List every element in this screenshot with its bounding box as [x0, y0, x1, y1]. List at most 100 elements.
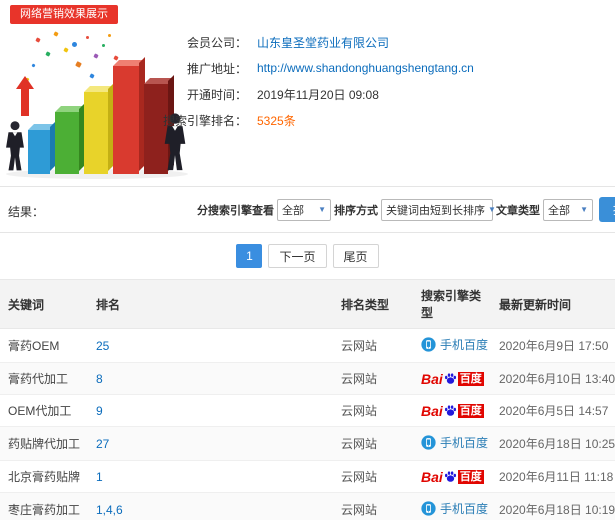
baidu-logo-cn: 百度	[457, 403, 484, 418]
engine-cell: 手机百度	[413, 426, 491, 461]
baidu-logo-cn: 百度	[457, 469, 484, 484]
rank-type-cell: 云网站	[333, 460, 413, 493]
updated-cell: 2020年6月9日 17:50	[491, 328, 615, 363]
rank-link[interactable]: 9	[96, 404, 103, 418]
next-page-button[interactable]: 下一页	[268, 244, 327, 268]
bar-blue	[28, 130, 50, 174]
type-filter-label: 文章类型	[496, 204, 540, 217]
updated-cell: 2020年6月5日 14:57	[491, 394, 615, 427]
engine-select-value: 全部	[282, 204, 304, 217]
mobile-baidu-logo: 手机百度	[421, 336, 488, 353]
keyword-cell: 膏药代加工	[0, 362, 88, 395]
sort-select[interactable]: 关键词由短到长排序 ▼	[381, 198, 496, 221]
rank-cell: 27	[88, 426, 333, 461]
engine-filter-label: 分搜索引擎查看	[197, 204, 274, 217]
sort-filter-label: 排序方式	[334, 204, 378, 217]
rank-link[interactable]: 1	[96, 470, 103, 484]
opened-label: 开通时间：	[186, 87, 247, 102]
rank-count-unit: 条	[283, 113, 296, 128]
engine-cell: Bai 百度	[413, 394, 491, 427]
promotion-url-link[interactable]: http://www.shandonghuangshengtang.cn	[257, 61, 474, 75]
info-url: 推广地址： http://www.shandonghuangshengtang.…	[95, 58, 474, 78]
rank-type-cell: 云网站	[333, 362, 413, 395]
header-updated: 最新更新时间	[491, 279, 615, 329]
rank-type-cell: 云网站	[333, 394, 413, 427]
type-select-value: 全部	[548, 204, 570, 217]
filter-row: 结果： 分搜索引擎查看 全部 ▼ 排序方式 关键词由短到长排序 ▼ 文章类型 全…	[0, 187, 615, 232]
updated-cell: 2020年6月11日 11:18	[491, 460, 615, 493]
baidu-logo-text: Bai	[421, 402, 443, 419]
baidu-logo: Bai 百度	[421, 403, 484, 419]
mobile-baidu-label: 手机百度	[440, 338, 489, 352]
rank-cell: 25	[88, 328, 333, 363]
submit-button[interactable]: 提交	[599, 197, 615, 222]
rank-cell: 9	[88, 394, 333, 427]
info-rank-count: 搜索引擎排名： 5325条	[95, 110, 296, 130]
page: 网络营销效果展示 会员公司： 山东皇圣堂药业有限公司 推广地址： http://…	[0, 0, 615, 520]
last-page-button[interactable]: 尾页	[332, 244, 379, 268]
rank-link[interactable]: 25	[96, 339, 109, 353]
header-engine-type: 搜索引擎类型	[413, 279, 491, 329]
rank-count-value: 5325	[257, 113, 284, 128]
businessman-left-icon	[6, 121, 24, 171]
mobile-baidu-label: 手机百度	[440, 502, 489, 516]
rank-type-cell: 云网站	[333, 426, 413, 461]
table-row: 枣庄膏药加工 1,4,6 云网站 手机百度 2020年6月18日 10:19	[0, 492, 615, 520]
chevron-down-icon: ▼	[580, 205, 588, 214]
rank-count-label: 搜索引擎排名：	[162, 113, 247, 128]
baidu-logo: Bai 百度	[421, 371, 484, 387]
header-rank: 排名	[88, 279, 333, 329]
mobile-baidu-logo: 手机百度	[421, 500, 488, 517]
rank-cell: 8	[88, 362, 333, 395]
baidu-paw-icon	[444, 471, 456, 482]
type-select[interactable]: 全部 ▼	[543, 198, 593, 221]
page-number-current[interactable]: 1	[236, 244, 263, 268]
results-table: 关键词 排名 排名类型 搜索引擎类型 最新更新时间 膏药OEM 25 云网站 手…	[0, 279, 615, 520]
keyword-cell: 膏药OEM	[0, 328, 88, 363]
header-keyword: 关键词	[0, 279, 88, 329]
header-section: 会员公司： 山东皇圣堂药业有限公司 推广地址： http://www.shand…	[0, 28, 615, 186]
keyword-cell: OEM代加工	[0, 394, 88, 427]
engine-select[interactable]: 全部 ▼	[277, 198, 331, 221]
rank-link[interactable]: 27	[96, 437, 109, 451]
keyword-cell: 药贴牌代加工	[0, 426, 88, 461]
bar-green	[55, 112, 79, 174]
chevron-down-icon: ▼	[318, 205, 326, 214]
mobile-baidu-icon	[421, 501, 436, 516]
rank-type-cell: 云网站	[333, 328, 413, 363]
pagination: 1 下一页 尾页	[0, 233, 615, 279]
result-label: 结果：	[8, 205, 45, 219]
rank-cell: 1,4,6	[88, 492, 333, 520]
info-company: 会员公司： 山东皇圣堂药业有限公司	[95, 32, 389, 52]
header-rank-type: 排名类型	[333, 279, 413, 329]
info-opened: 开通时间： 2019年11月20日 09:08	[95, 84, 379, 104]
filter-controls: 分搜索引擎查看 全部 ▼ 排序方式 关键词由短到长排序 ▼ 文章类型 全部 ▼ …	[197, 197, 615, 222]
baidu-logo: Bai 百度	[421, 469, 484, 485]
up-arrow-icon	[16, 76, 34, 118]
bar-yellow	[84, 92, 108, 174]
mobile-baidu-label: 手机百度	[440, 436, 489, 450]
engine-cell: Bai 百度	[413, 362, 491, 395]
page-title-badge: 网络营销效果展示	[10, 5, 118, 24]
baidu-logo-text: Bai	[421, 370, 443, 387]
company-link[interactable]: 山东皇圣堂药业有限公司	[257, 34, 389, 51]
rank-link[interactable]: 1,4,6	[96, 503, 123, 517]
keyword-cell: 北京膏药贴牌	[0, 460, 88, 493]
baidu-paw-icon	[444, 373, 456, 384]
table-row: 膏药OEM 25 云网站 手机百度 2020年6月9日 17:50	[0, 328, 615, 363]
engine-cell: Bai 百度	[413, 460, 491, 493]
engine-cell: 手机百度	[413, 492, 491, 520]
mobile-baidu-icon	[421, 435, 436, 450]
keyword-cell: 枣庄膏药加工	[0, 492, 88, 520]
table-row: 药贴牌代加工 27 云网站 手机百度 2020年6月18日 10:25	[0, 426, 615, 461]
rank-type-cell: 云网站	[333, 492, 413, 520]
table-row: 膏药代加工 8 云网站 Bai 百度 2020年6月10日 13:40	[0, 362, 615, 395]
table-row: 北京膏药贴牌 1 云网站 Bai 百度 2020年6月11日 11:18	[0, 460, 615, 493]
mobile-baidu-icon	[421, 337, 436, 352]
baidu-paw-icon	[444, 405, 456, 416]
baidu-logo-cn: 百度	[457, 371, 484, 386]
company-label: 会员公司：	[186, 35, 247, 50]
mobile-baidu-logo: 手机百度	[421, 434, 488, 451]
rank-link[interactable]: 8	[96, 372, 103, 386]
table-body: 膏药OEM 25 云网站 手机百度 2020年6月9日 17:50 膏药代加工 …	[0, 328, 615, 520]
